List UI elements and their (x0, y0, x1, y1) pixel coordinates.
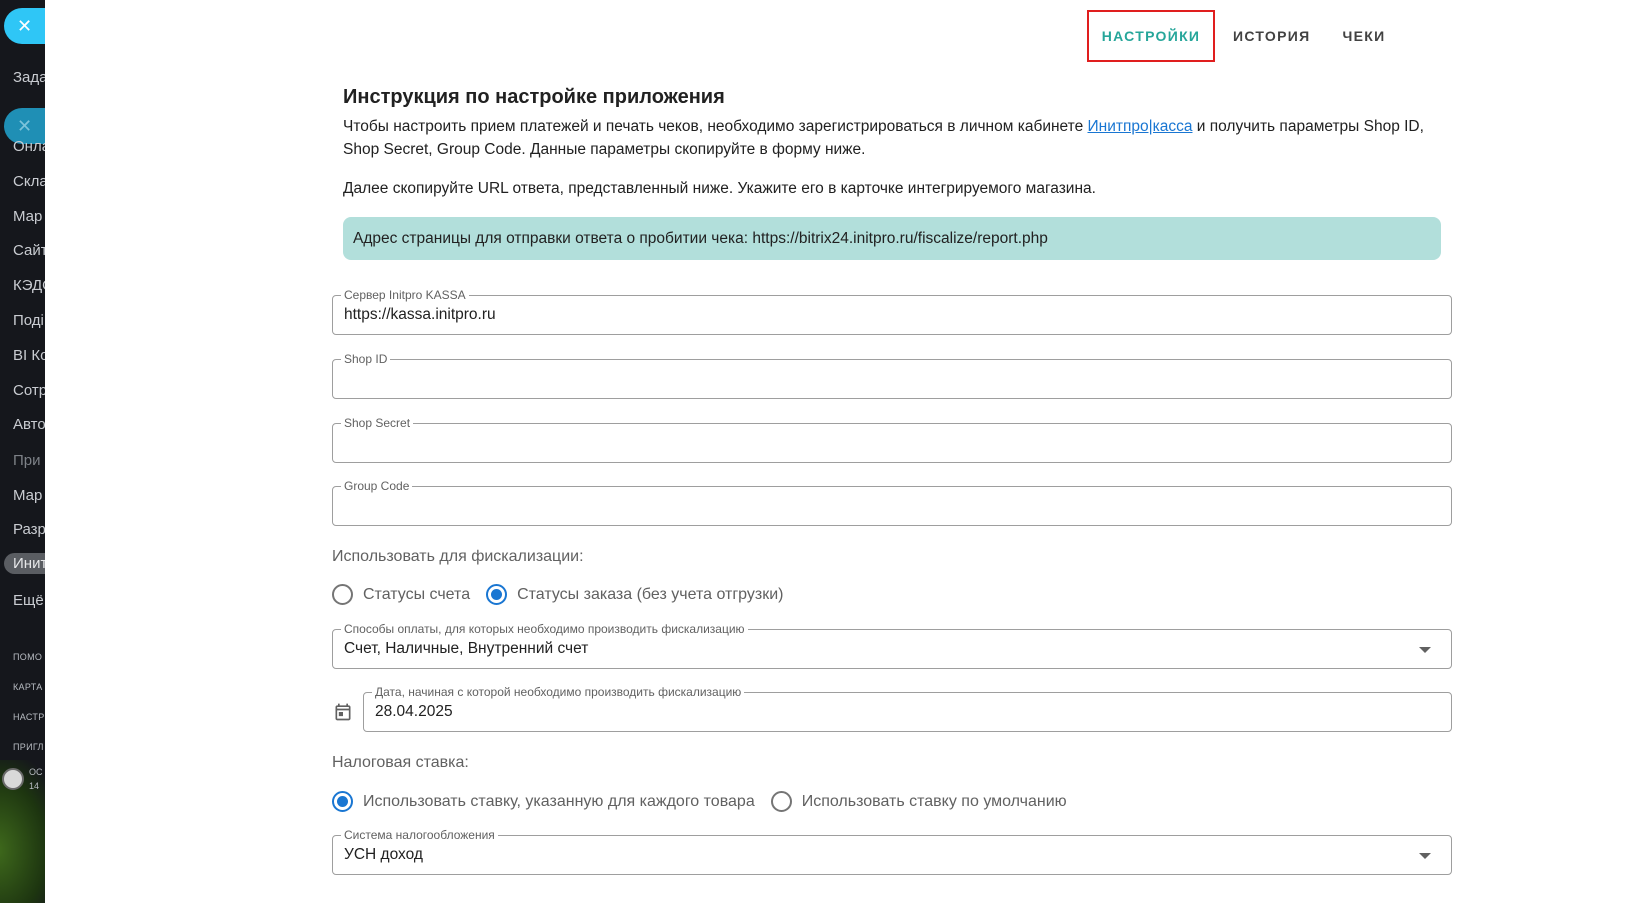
start-date-field[interactable]: Дата, начиная с которой необходимо произ… (363, 685, 1452, 732)
sidebar-item[interactable]: Ещё (13, 592, 44, 609)
avatar[interactable] (2, 768, 24, 790)
shop-secret-field[interactable]: Shop Secret (332, 416, 1452, 463)
sidebar-item[interactable]: КЭДО (13, 277, 45, 294)
close-icon: ✕ (16, 15, 33, 36)
tab-history[interactable]: ИСТОРИЯ (1217, 10, 1326, 62)
instructions-section: Инструкция по настройке приложения Чтобы… (343, 86, 1443, 260)
sidebar-item[interactable]: Зада (13, 69, 45, 86)
tax-system-value: УСН доход (344, 846, 423, 863)
radio-invoice-statuses[interactable]: Статусы счета (332, 584, 470, 605)
sidebar-item[interactable]: Поді (13, 312, 44, 329)
tax-system-select[interactable]: Система налогообложения УСН доход (332, 828, 1452, 875)
payment-methods-value: Счет, Наличные, Внутренний счет (344, 640, 589, 657)
sidebar-item[interactable]: Скла (13, 173, 45, 190)
tab-receipts[interactable]: ЧЕКИ (1326, 10, 1401, 62)
tab-label: ЧЕКИ (1342, 28, 1386, 44)
alert-text: Адрес страницы для отправки ответа о про… (353, 229, 1048, 247)
sidebar-item[interactable]: Авто (13, 416, 45, 433)
radio-label: Использовать ставку, указанную для каждо… (363, 792, 755, 810)
radio-label: Статусы заказа (без учета отгрузки) (517, 585, 784, 603)
dropdown-arrow-icon[interactable] (1419, 647, 1431, 653)
sidebar-footer-link[interactable]: КАРТА (13, 682, 43, 692)
initpro-kassa-link[interactable]: Инитпро|касса (1088, 118, 1193, 135)
radio-checked-icon[interactable] (332, 791, 353, 812)
fiscal-use-label: Использовать для фискализации: (332, 548, 584, 565)
radio-default-rate[interactable]: Использовать ставку по умолчанию (770, 791, 1067, 812)
radio-label: Статусы счета (363, 585, 471, 603)
field-label: Сервер Initpro KASSA (341, 288, 469, 302)
server-input[interactable]: https://kassa.initpro.ru (344, 306, 496, 324)
sidebar-item-active[interactable]: Инит (4, 553, 45, 574)
start-date-input[interactable]: 28.04.2025 (375, 703, 453, 721)
instructions-url-text: Далее скопируйте URL ответа, представлен… (343, 180, 1096, 197)
sidebar-item[interactable]: Сотр (13, 382, 45, 399)
field-label: Способы оплаты, для которых необходимо п… (341, 622, 748, 636)
sidebar-item[interactable]: При (13, 452, 41, 469)
radio-per-item-rate[interactable]: Использовать ставку, указанную для каждо… (332, 791, 755, 812)
report-url-alert: Адрес страницы для отправки ответа о про… (343, 217, 1441, 260)
sidebar-item[interactable]: Мар (13, 208, 42, 225)
user-name: 14 (29, 781, 40, 791)
user-name: ОС (29, 767, 43, 777)
field-label: Group Code (341, 479, 413, 493)
sidebar-footer-link[interactable]: ПОМО (13, 652, 42, 662)
sidebar-item[interactable]: BI Ко (13, 347, 45, 364)
sidebar-footer-link[interactable]: ПРИГЛ (13, 742, 44, 752)
radio-checked-icon[interactable] (486, 584, 508, 605)
group-code-field[interactable]: Group Code (332, 479, 1452, 526)
tab-settings[interactable]: НАСТРОЙКИ (1087, 10, 1215, 62)
tax-rate-label: Налоговая ставка: (332, 754, 469, 771)
instructions-text: Чтобы настроить прием платежей и печать … (343, 115, 1443, 161)
close-slider-button[interactable]: ✕ (4, 8, 45, 44)
sidebar-item[interactable]: Мар (13, 487, 42, 504)
sidebar-item[interactable]: Онла (13, 138, 45, 155)
instructions-text-part: Чтобы настроить прием платежей и печать … (343, 118, 1088, 135)
server-field[interactable]: Сервер Initpro KASSA https://kassa.initp… (332, 288, 1452, 335)
field-label: Shop ID (341, 352, 391, 366)
radio-unchecked-icon[interactable] (770, 791, 792, 812)
sidebar-item[interactable]: Разр (13, 521, 45, 538)
radio-unchecked-icon[interactable] (332, 584, 353, 605)
field-label: Система налогообложения (341, 828, 498, 842)
tab-bar: НАСТРОЙКИ ИСТОРИЯ ЧЕКИ (1087, 10, 1401, 62)
fiscal-use-radio-group: Статусы счета Статусы заказа (без учета … (332, 584, 799, 605)
sidebar-item[interactable]: Сайт (13, 242, 45, 259)
sidebar-footer-link[interactable]: НАСТР (13, 712, 45, 722)
radio-order-statuses[interactable]: Статусы заказа (без учета отгрузки) (486, 584, 783, 605)
payment-methods-select[interactable]: Способы оплаты, для которых необходимо п… (332, 622, 1452, 669)
shop-id-field[interactable]: Shop ID (332, 352, 1452, 399)
dropdown-arrow-icon[interactable] (1419, 853, 1431, 859)
page-title: Инструкция по настройке приложения (343, 86, 725, 108)
field-label: Дата, начиная с которой необходимо произ… (372, 685, 745, 699)
background-sidebar: Зада ✕ Онла Скла Мар Сайт КЭДО Поді BI К… (0, 0, 45, 903)
tab-label: ИСТОРИЯ (1233, 28, 1311, 44)
radio-label: Использовать ставку по умолчанию (801, 792, 1067, 810)
tab-label: НАСТРОЙКИ (1101, 28, 1201, 44)
field-label: Shop Secret (341, 416, 414, 430)
calendar-icon[interactable] (333, 702, 353, 722)
tax-rate-radio-group: Использовать ставку, указанную для каждо… (332, 791, 1083, 812)
